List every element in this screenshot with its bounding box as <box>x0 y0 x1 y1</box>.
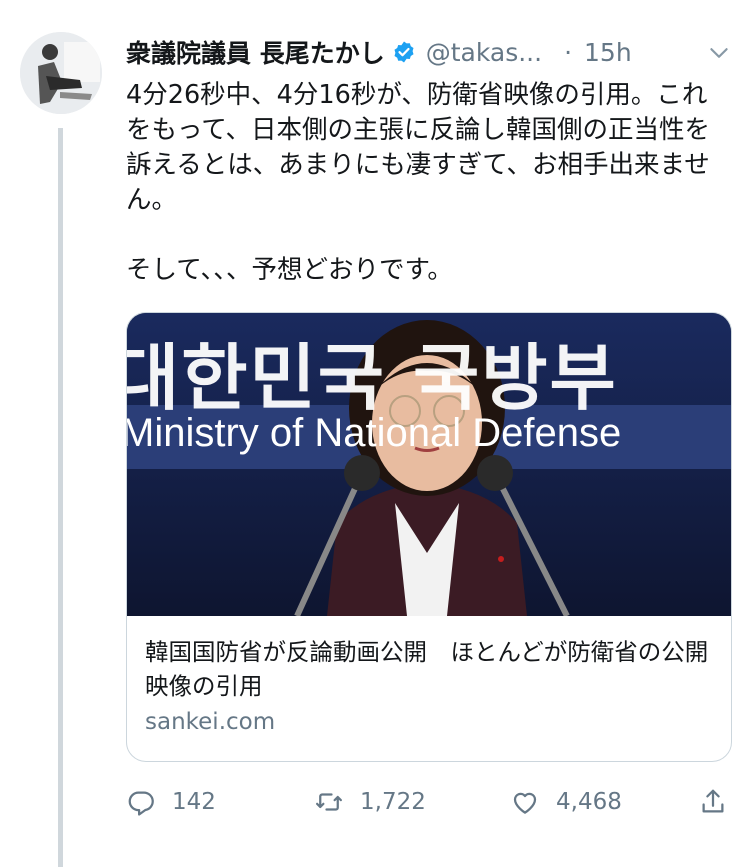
avatar-photo-icon <box>20 32 102 114</box>
share-icon <box>702 789 724 813</box>
thread-line <box>58 128 63 867</box>
card-title[interactable]: 韓国国防省が反論動画公開 ほとんどが防衛省の公開映像の引用 <box>145 635 723 703</box>
link-card[interactable]: 대한민국 국방부 Ministry of National Defense 韓国… <box>126 312 732 762</box>
card-domain: sankei.com <box>145 709 276 735</box>
chevron-down-icon[interactable] <box>706 40 732 66</box>
heart-icon <box>513 792 537 814</box>
action-bar: 142 1,722 4,468 <box>126 780 736 824</box>
author-handle[interactable]: @takas... <box>426 38 542 67</box>
card-image-korean-text: 대한민국 국방부 <box>127 336 618 420</box>
like-button[interactable]: 4,468 <box>510 780 622 824</box>
share-button[interactable] <box>698 780 728 824</box>
reply-icon <box>128 791 154 816</box>
tweet-text: 4分26秒中、4分16秒が、防衛省映像の引用。これをもって、日本側の主張に反論し… <box>126 80 710 285</box>
like-count: 4,468 <box>556 789 622 815</box>
tweet-header: 衆議院議員 長尾たかし @takas... · 15h <box>126 30 736 74</box>
retweet-count: 1,722 <box>360 789 426 815</box>
retweet-button[interactable]: 1,722 <box>314 780 426 824</box>
reply-button[interactable]: 142 <box>126 780 216 824</box>
tweet-timestamp[interactable]: 15h <box>584 38 632 67</box>
card-image[interactable]: 대한민국 국방부 Ministry of National Defense <box>127 313 731 616</box>
author-name[interactable]: 衆議院議員 長尾たかし <box>126 34 385 70</box>
verified-badge-icon <box>394 41 414 63</box>
reply-count: 142 <box>172 789 216 815</box>
avatar[interactable] <box>20 32 102 114</box>
card-image-band-text: Ministry of National Defense <box>127 411 622 455</box>
header-separator: · <box>564 37 573 67</box>
retweet-icon <box>316 793 342 811</box>
